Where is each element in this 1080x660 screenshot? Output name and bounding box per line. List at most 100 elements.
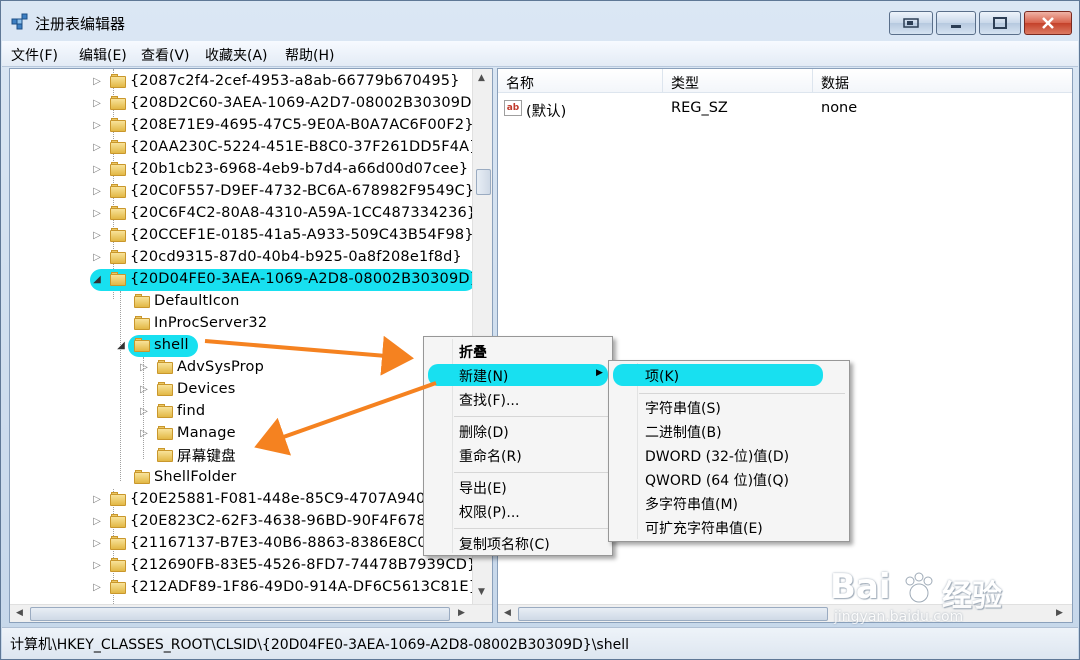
expand-arrow-icon[interactable]: ▷ [90, 582, 104, 593]
values-header: 名称 类型 数据 [498, 69, 1072, 93]
expand-arrow-icon[interactable]: ▷ [90, 538, 104, 549]
menu-item-delete[interactable]: 删除(D) [459, 422, 509, 442]
expand-arrow-icon[interactable]: ▷ [90, 120, 104, 131]
tree-node[interactable]: InProcServer32 [114, 312, 267, 334]
tree-node-label: AdvSysProp [177, 359, 264, 375]
folder-icon [110, 580, 126, 594]
folder-icon [134, 470, 150, 484]
restore-window-button[interactable] [889, 11, 933, 35]
tree-node[interactable]: ▷ {20E25881-F081-448e-85C9-4707A9400 [90, 488, 435, 510]
tree-node[interactable]: DefaultIcon [114, 290, 240, 312]
scroll-thumb[interactable] [30, 607, 450, 621]
tree-node[interactable]: ▷ {20C0F557-D9EF-4732-BC6A-678982F9549C} [90, 180, 474, 202]
tree-node[interactable]: ▷ find [137, 400, 205, 422]
tree-node[interactable]: ▷ AdvSysProp [137, 356, 264, 378]
expand-arrow-icon[interactable]: ▷ [90, 76, 104, 87]
scroll-left-icon[interactable]: ◀ [504, 608, 511, 618]
tree-node-shell[interactable]: ◢ shell [114, 334, 189, 356]
tree-node-label: {20CCEF1E-0185-41a5-A933-509C43B54F98} [130, 227, 474, 243]
scroll-right-icon[interactable]: ▶ [458, 608, 465, 618]
expand-arrow-icon[interactable]: ▷ [90, 494, 104, 505]
tree-node[interactable]: ▷ {20b1cb23-6968-4eb9-b7d4-a66d00d07cee} [90, 158, 468, 180]
tree-node[interactable]: ▷ {208E71E9-4695-47C5-9E0A-B0A7AC6F00F2} [90, 114, 474, 136]
menu-item-permissions[interactable]: 权限(P)... [459, 502, 520, 522]
menu-view[interactable]: 查看(V) [141, 45, 190, 65]
menu-gutter [637, 363, 638, 539]
expand-arrow-icon[interactable]: ▷ [90, 142, 104, 153]
menu-item-copy-key-name[interactable]: 复制项名称(C) [459, 534, 550, 554]
expand-arrow-icon[interactable]: ▷ [90, 230, 104, 241]
menu-separator [454, 528, 608, 529]
scroll-thumb[interactable] [518, 607, 828, 621]
tree-node-new-key[interactable]: 屏幕键盘 [137, 444, 236, 466]
maximize-button[interactable] [979, 11, 1021, 35]
menu-separator [454, 472, 608, 473]
tree-node-selected[interactable]: ◢ {20D04FE0-3AEA-1069-A2D8-08002B30309D} [90, 268, 479, 290]
minimize-button[interactable] [936, 11, 976, 35]
folder-icon [110, 74, 126, 88]
submenu-item-multi-string-value[interactable]: 多字符串值(M) [645, 494, 738, 514]
scroll-thumb[interactable] [476, 169, 491, 195]
expand-arrow-icon[interactable]: ▷ [90, 98, 104, 109]
collapse-arrow-icon[interactable]: ◢ [114, 340, 128, 351]
tree-node-label: {20D04FE0-3AEA-1069-A2D8-08002B30309D} [130, 271, 480, 287]
paw-logo-icon [905, 572, 933, 603]
menu-item-find[interactable]: 查找(F)... [459, 390, 519, 410]
tree-node[interactable]: ▷ {20AA230C-5224-451E-B8C0-37F261DD5F4A} [90, 136, 479, 158]
expand-arrow-icon[interactable]: ▷ [137, 384, 151, 395]
submenu-item-expandable-string-value[interactable]: 可扩充字符串值(E) [645, 518, 763, 538]
tree-node[interactable]: ▷ {2087c2f4-2cef-4953-a8ab-66779b670495} [90, 70, 460, 92]
tree-node[interactable]: ▷ {208D2C60-3AEA-1069-A2D7-08002B30309D} [90, 92, 481, 114]
tree-node[interactable]: ▷ {20E823C2-62F3-4638-96BD-90F4F6784 [90, 510, 435, 532]
tree-node-label: {20E823C2-62F3-4638-96BD-90F4F6784 [130, 513, 436, 529]
tree-node-label: shell [154, 337, 189, 353]
close-button[interactable] [1024, 11, 1072, 35]
submenu-item-binary-value[interactable]: 二进制值(B) [645, 422, 722, 442]
menu-item-collapse[interactable]: 折叠 [459, 342, 487, 362]
expand-arrow-icon[interactable]: ▷ [137, 362, 151, 373]
expand-arrow-icon[interactable]: ▷ [90, 252, 104, 263]
folder-icon [134, 316, 150, 330]
tree-node[interactable]: ▷ Devices [137, 378, 236, 400]
menu-file[interactable]: 文件(F) [11, 45, 58, 65]
tree-node[interactable]: ▷ {21167137-B7E3-40B6-8863-8386E8C057 [90, 532, 446, 554]
scroll-up-icon[interactable]: ▲ [478, 73, 485, 83]
expand-arrow-icon[interactable]: ▷ [90, 516, 104, 527]
tree-horizontal-scrollbar[interactable]: ◀ ▶ [10, 604, 492, 622]
title-bar[interactable]: 注册表编辑器 [1, 1, 1079, 41]
menu-favorites[interactable]: 收藏夹(A) [205, 45, 268, 65]
tree-node[interactable]: ▷ {20cd9315-87d0-40b4-b925-0a8f208e1f8d} [90, 246, 462, 268]
submenu-item-dword-value[interactable]: DWORD (32-位)值(D) [645, 446, 789, 466]
menu-edit[interactable]: 编辑(E) [79, 45, 127, 65]
menu-item-export[interactable]: 导出(E) [459, 478, 507, 498]
submenu-item-qword-value[interactable]: QWORD (64 位)值(Q) [645, 470, 789, 490]
folder-icon [110, 514, 126, 528]
tree-node[interactable]: ShellFolder [114, 466, 236, 488]
submenu-item-key[interactable]: 项(K) [645, 366, 679, 386]
expand-arrow-icon[interactable]: ▷ [90, 164, 104, 175]
expand-arrow-icon[interactable]: ▷ [90, 186, 104, 197]
menu-help[interactable]: 帮助(H) [285, 45, 334, 65]
tree-node[interactable]: ▷ Manage [137, 422, 236, 444]
tree-node[interactable]: ▷ {212690FB-83E5-4526-8FD7-74478B7939CD} [90, 554, 477, 576]
column-header-type[interactable]: 类型 [663, 69, 813, 93]
menu-item-new[interactable]: 新建(N) [459, 366, 508, 386]
folder-icon [157, 448, 173, 462]
tree-node[interactable]: ▷ {212ADF89-1F86-49D0-914A-DF6C5613C81E} [90, 576, 478, 598]
column-header-name[interactable]: 名称 [498, 69, 663, 93]
watermark-url: jingyan.baidu.com [834, 609, 964, 625]
collapse-arrow-icon[interactable]: ◢ [90, 274, 104, 285]
menu-item-rename[interactable]: 重命名(R) [459, 446, 522, 466]
tree-node[interactable]: ▷ {20C6F4C2-80A8-4310-A59A-1CC487334236} [90, 202, 476, 224]
value-name[interactable]: (默认) [526, 100, 566, 121]
expand-arrow-icon[interactable]: ▷ [137, 406, 151, 417]
registry-tree[interactable]: ▷ {2087c2f4-2cef-4953-a8ab-66779b670495}… [9, 68, 493, 623]
column-header-data[interactable]: 数据 [813, 69, 1072, 93]
expand-arrow-icon[interactable]: ▷ [90, 208, 104, 219]
scroll-down-icon[interactable]: ▼ [478, 587, 485, 597]
expand-arrow-icon[interactable]: ▷ [137, 428, 151, 439]
expand-arrow-icon[interactable]: ▷ [90, 560, 104, 571]
scroll-left-icon[interactable]: ◀ [16, 608, 23, 618]
tree-node[interactable]: ▷ {20CCEF1E-0185-41a5-A933-509C43B54F98} [90, 224, 474, 246]
submenu-item-string-value[interactable]: 字符串值(S) [645, 398, 721, 418]
